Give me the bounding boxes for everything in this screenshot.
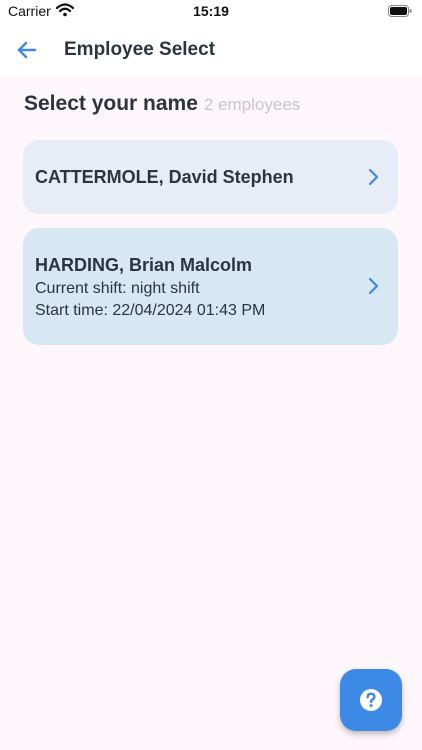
employee-card-harding[interactable]: HARDING, Brian Malcolm Current shift: ni… [23,228,398,345]
employee-card-cattermole[interactable]: CATTERMOLE, David Stephen [23,140,398,214]
current-shift-text: Current shift: night shift [35,280,200,297]
section-heading: Select your name 2 employees [24,92,300,116]
chevron-right-icon [368,168,379,186]
employee-count: 2 employees [203,95,301,114]
status-bar: Carrier 15:19 [0,0,422,24]
app-bar: Employee Select [0,24,422,76]
help-button[interactable] [340,669,402,731]
page-title: Employee Select [64,39,216,60]
status-time: 15:19 [193,3,229,19]
battery-icon [388,5,412,17]
chevron-right-icon [368,277,379,295]
heading-title: Select your name [24,92,198,115]
employee-name: CATTERMOLE, David Stephen [35,167,294,187]
employee-select-screen: Carrier 15:19 Employee Select Select you… [0,0,422,750]
arrow-left-icon[interactable] [14,37,40,63]
employee-name: HARDING, Brian Malcolm [35,255,253,275]
start-time-text: Start time: 22/04/2024 01:43 PM [35,302,266,319]
help-circle-icon [360,689,382,711]
